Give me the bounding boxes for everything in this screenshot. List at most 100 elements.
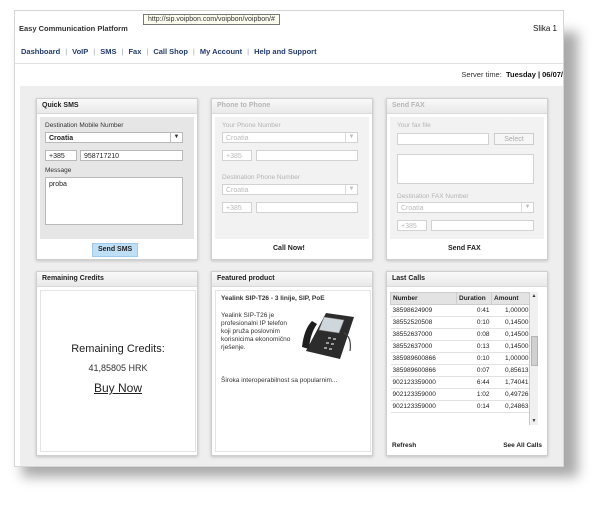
call-number: 902123359000 (390, 400, 457, 413)
chevron-down-icon: ▼ (345, 133, 357, 142)
fax-number-input[interactable] (431, 220, 534, 231)
sms-country-select[interactable]: Croatia ▼ (45, 132, 183, 143)
dest-phone-label: Destination Phone Number (222, 174, 301, 181)
dashboard-area: Quick SMS Destination Mobile Number Croa… (20, 86, 563, 466)
your-number-input[interactable] (256, 150, 358, 161)
send-sms-label: Send SMS (98, 246, 133, 253)
call-duration: 0:10 (456, 352, 492, 365)
column-header-duration[interactable]: Duration (456, 292, 492, 305)
nav-separator: | (65, 47, 68, 56)
buy-now-link[interactable]: Buy Now (41, 381, 195, 395)
your-prefix-input[interactable]: +385 (222, 150, 252, 161)
send-sms-button[interactable]: Send SMS (92, 243, 138, 257)
ip-phone-image (302, 313, 354, 359)
dest-number-input[interactable] (256, 202, 358, 213)
table-row[interactable]: 902123359000 6:44 1,74041 (390, 376, 531, 389)
refresh-link[interactable]: Refresh (392, 442, 416, 449)
scroll-up-icon[interactable]: ▲ (530, 292, 538, 300)
your-country-select[interactable]: Croatia ▼ (222, 132, 358, 143)
see-all-calls-link[interactable]: See All Calls (503, 442, 542, 449)
nav-call-shop[interactable]: Call Shop (153, 47, 188, 56)
fax-dest-label: Destination FAX Number (397, 193, 469, 200)
call-number: 902123359000 (390, 388, 457, 401)
figure-caption: Slika 1 (532, 24, 557, 33)
column-header-number[interactable]: Number (390, 292, 457, 305)
table-row[interactable]: 38552637000 0:13 0,14500 (390, 340, 531, 353)
scroll-down-icon[interactable]: ▼ (530, 417, 538, 425)
fax-file-input[interactable] (397, 133, 489, 145)
remaining-credits-title: Remaining Credits (37, 272, 197, 287)
fax-preview-box (397, 154, 534, 184)
call-duration: 0:41 (456, 304, 492, 317)
call-now-button[interactable]: Call Now! (273, 245, 305, 252)
server-time-label: Server time: (461, 70, 502, 79)
call-number: 385989600866 (390, 352, 457, 365)
call-amount: 0,24863 (491, 400, 531, 413)
nav-dashboard[interactable]: Dashboard (21, 47, 60, 56)
featured-product-panel: Featured product Yealink SIP-T26 - 3 lin… (211, 271, 373, 456)
dest-prefix-input[interactable]: +385 (222, 202, 252, 213)
fax-file-label: Your fax file (397, 122, 431, 129)
sms-message-textarea[interactable]: proba (45, 177, 183, 225)
call-number: 38552637000 (390, 328, 457, 341)
table-row[interactable]: 38552637000 0:08 0,14500 (390, 328, 531, 341)
call-amount: 1,00000 (491, 304, 531, 317)
call-amount: 0,85613 (491, 364, 531, 377)
call-number: 38598624909 (390, 304, 457, 317)
nav-separator: | (93, 47, 96, 56)
calls-scrollbar[interactable]: ▲ ▼ (529, 292, 538, 425)
nav-sms[interactable]: SMS (100, 47, 116, 56)
server-time-value: Tuesday | 06/07/ (506, 70, 563, 79)
fax-country-value: Croatia (401, 205, 424, 212)
nav-fax[interactable]: Fax (128, 47, 141, 56)
dest-country-value: Croatia (226, 187, 249, 194)
your-phone-label: Your Phone Number (222, 122, 281, 129)
fax-select-button[interactable]: Select (494, 133, 534, 145)
app-window: Easy Communication Platform http://sip.v… (14, 10, 564, 467)
main-nav: Dashboard | VoIP | SMS | Fax | Call Shop | My Acco… (15, 43, 563, 64)
fax-country-select[interactable]: Croatia ▼ (397, 202, 534, 213)
nav-my-account[interactable]: My Account (200, 47, 242, 56)
call-amount: 1,74041 (491, 376, 531, 389)
product-description-more: Široka interoperabilnost sa popularnim..… (221, 377, 338, 384)
table-row[interactable]: 38598624909 0:41 1,00000 (390, 304, 531, 317)
table-row[interactable]: 902123359000 0:14 0,24863 (390, 400, 531, 413)
nav-separator: | (146, 47, 149, 56)
table-row[interactable]: 902123359000 1:02 0,49726 (390, 388, 531, 401)
dest-country-select[interactable]: Croatia ▼ (222, 184, 358, 195)
call-amount: 0,49726 (491, 388, 531, 401)
send-fax-panel: Send FAX Your fax file Select Destinatio… (386, 98, 548, 260)
nav-menu: Dashboard | VoIP | SMS | Fax | Call Shop | My Acco… (21, 47, 317, 56)
nav-help-and-support[interactable]: Help and Support (254, 47, 317, 56)
product-name-link[interactable]: Yealink SIP-T26 - 3 linije, SIP, PoE (221, 295, 325, 302)
chevron-down-icon: ▼ (345, 185, 357, 194)
table-row[interactable]: 385989600866 0:07 0,85613 (390, 364, 531, 377)
call-number: 38552520508 (390, 316, 457, 329)
sms-destination-label: Destination Mobile Number (45, 122, 124, 129)
scroll-thumb[interactable] (531, 336, 538, 366)
table-row[interactable]: 385989600866 0:10 1,00000 (390, 352, 531, 365)
fax-prefix-input[interactable]: +385 (397, 220, 427, 231)
call-number: 902123359000 (390, 376, 457, 389)
table-row[interactable]: 38552520508 0:10 0,14500 (390, 316, 531, 329)
credits-body: Remaining Credits: 41,85805 HRK Buy Now (40, 290, 196, 452)
last-calls-title: Last Calls (387, 272, 547, 287)
send-fax-title: Send FAX (387, 99, 547, 114)
call-duration: 0:13 (456, 340, 492, 353)
phone-to-phone-panel: Phone to Phone Your Phone Number Croatia… (211, 98, 373, 260)
call-duration: 0:07 (456, 364, 492, 377)
quick-sms-title: Quick SMS (37, 99, 197, 114)
phone-to-phone-title: Phone to Phone (212, 99, 372, 114)
send-fax-button[interactable]: Send FAX (448, 245, 481, 252)
sms-number-input[interactable]: 958717210 (80, 150, 183, 161)
nav-separator: | (247, 47, 250, 56)
remaining-credits-panel: Remaining Credits Remaining Credits: 41,… (36, 271, 198, 456)
chevron-down-icon: ▼ (521, 203, 533, 212)
nav-voip[interactable]: VoIP (72, 47, 88, 56)
column-header-amount[interactable]: Amount (491, 292, 531, 305)
chevron-down-icon: ▼ (170, 133, 182, 142)
sms-prefix-input[interactable]: +385 (45, 150, 77, 161)
quick-sms-form: Destination Mobile Number Croatia ▼ +385… (40, 117, 194, 239)
brand-title: Easy Communication Platform (19, 24, 128, 33)
call-amount: 0,14500 (491, 328, 531, 341)
